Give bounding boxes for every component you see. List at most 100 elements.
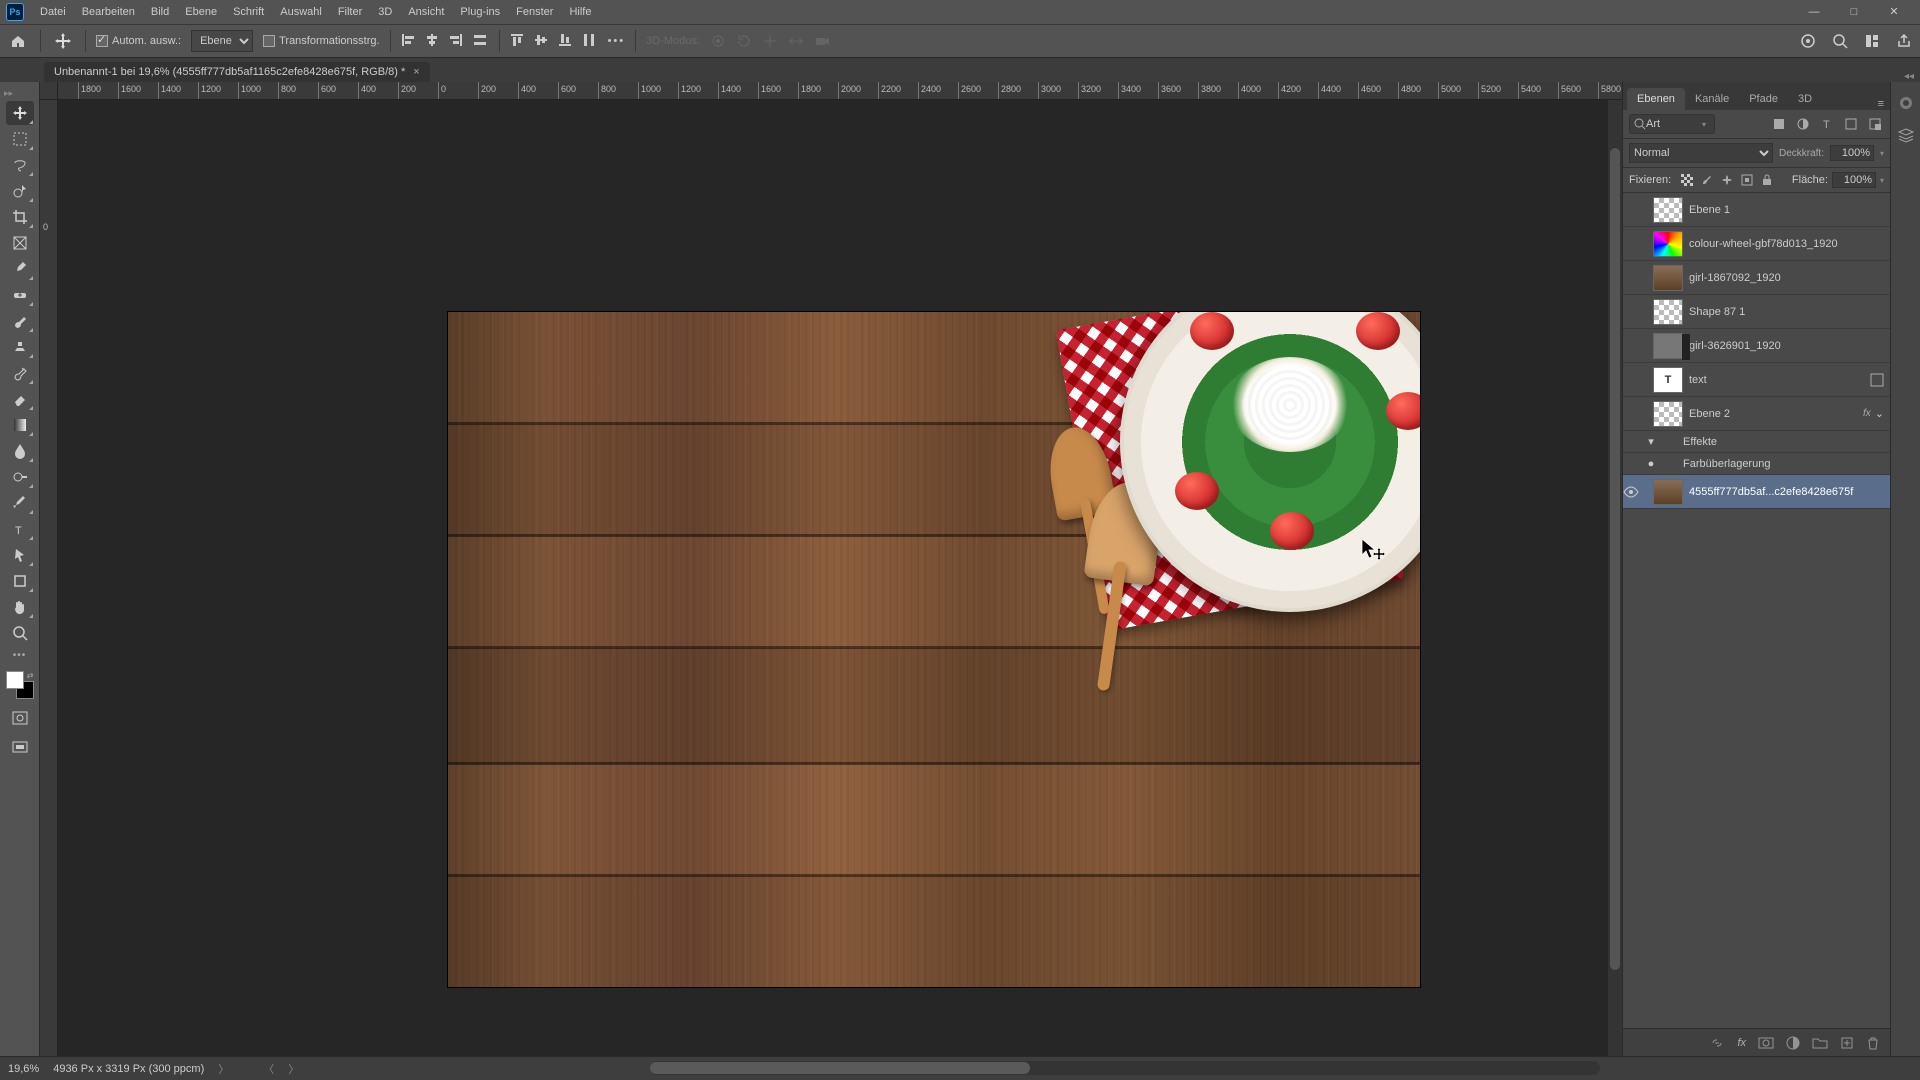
delete-layer-icon[interactable]	[1866, 1036, 1880, 1050]
dodge-tool[interactable]	[6, 465, 34, 489]
layer-name[interactable]: girl-1867092_1920	[1689, 272, 1884, 284]
prev-doc-icon[interactable]: 〈	[263, 1061, 274, 1077]
lock-pixels-icon[interactable]	[1701, 174, 1713, 186]
next-doc-icon[interactable]: 〉	[288, 1061, 299, 1077]
lock-transparent-icon[interactable]	[1681, 174, 1693, 186]
align-bottom-icon[interactable]	[558, 33, 574, 49]
layer-name[interactable]: Ebene 1	[1689, 204, 1884, 216]
toolbox-collapse-icon[interactable]: ▸▸	[0, 88, 13, 99]
lock-artboard-icon[interactable]	[1741, 174, 1753, 186]
tab-paths[interactable]: Pfade	[1739, 88, 1788, 110]
pen-tool[interactable]	[6, 491, 34, 515]
align-top-icon[interactable]	[510, 33, 526, 49]
frame-tool[interactable]	[6, 231, 34, 255]
move-tool[interactable]	[6, 101, 34, 125]
eyedropper-tool[interactable]	[6, 257, 34, 281]
healing-brush-tool[interactable]	[6, 283, 34, 307]
lock-position-icon[interactable]	[1721, 174, 1733, 186]
layer-mask-icon[interactable]	[1758, 1036, 1774, 1050]
blend-mode-dropdown[interactable]: Normal	[1629, 143, 1773, 163]
filter-smartobj-icon[interactable]	[1868, 117, 1884, 131]
fx-expand-icon[interactable]: ⌄	[1875, 407, 1884, 420]
layer-fx-indicator[interactable]	[1870, 373, 1884, 387]
horizontal-scrollbar[interactable]	[650, 1061, 1600, 1075]
filter-pixel-icon[interactable]	[1772, 117, 1788, 131]
menu-plug-ins[interactable]: Plug-ins	[452, 0, 508, 24]
edit-toolbar-icon[interactable]: •••	[13, 647, 27, 665]
align-middle-icon[interactable]	[534, 33, 550, 49]
layer-name[interactable]: girl-3626901_1920	[1689, 340, 1884, 352]
layer-row[interactable]: Shape 87 1	[1623, 295, 1890, 329]
swap-colors-icon[interactable]: ⇄	[27, 671, 34, 680]
gradient-tool[interactable]	[6, 413, 34, 437]
menu-ansicht[interactable]: Ansicht	[400, 0, 452, 24]
document-canvas[interactable]	[448, 312, 1420, 987]
more-options-icon[interactable]: •••	[608, 35, 626, 47]
layer-name[interactable]: text	[1689, 374, 1870, 386]
layer-row[interactable]: Ebene 1	[1623, 193, 1890, 227]
fill-value[interactable]: 100%	[1832, 172, 1876, 188]
lock-all-icon[interactable]	[1761, 174, 1773, 186]
menu-bearbeiten[interactable]: Bearbeiten	[74, 0, 143, 24]
screen-mode-icon[interactable]	[6, 737, 34, 759]
menu-fenster[interactable]: Fenster	[508, 0, 561, 24]
maximize-button[interactable]: □	[1834, 0, 1874, 24]
menu-hilfe[interactable]: Hilfe	[561, 0, 599, 24]
search-icon[interactable]	[1830, 31, 1850, 51]
show-transform-controls-checkbox[interactable]: Transformationsstrg.	[263, 35, 379, 47]
crop-tool[interactable]	[6, 205, 34, 229]
path-select-tool[interactable]	[6, 543, 34, 567]
eraser-tool[interactable]	[6, 387, 34, 411]
color-panel-icon[interactable]	[1897, 94, 1915, 112]
clone-stamp-tool[interactable]	[6, 335, 34, 359]
vertical-ruler[interactable]: 0	[40, 100, 58, 1056]
layer-filter-type[interactable]: ▾	[1629, 114, 1715, 134]
document-dimensions[interactable]: 4936 Px x 3319 Px (300 ppcm)	[53, 1063, 204, 1075]
layer-list[interactable]: Ebene 1 colour-wheel-gbf78d013_1920 girl-1…	[1623, 193, 1890, 1028]
tab-channels[interactable]: Kanäle	[1685, 88, 1739, 110]
layer-filter-input[interactable]	[1646, 118, 1702, 130]
menu-filter[interactable]: Filter	[330, 0, 370, 24]
menu-datei[interactable]: Datei	[32, 0, 74, 24]
distribute-more-icon[interactable]	[582, 33, 598, 49]
horizontal-ruler[interactable]: 1800160014001200100080060040020002004006…	[58, 82, 1622, 100]
ruler-origin[interactable]	[40, 82, 58, 100]
auto-select-target-dropdown[interactable]: Ebene	[191, 30, 253, 52]
menu-ebene[interactable]: Ebene	[177, 0, 225, 24]
brush-tool[interactable]	[6, 309, 34, 333]
auto-select-checkbox[interactable]: Autom. ausw.:	[96, 35, 181, 47]
adjustment-layer-icon[interactable]	[1786, 1036, 1800, 1050]
link-layers-icon[interactable]	[1709, 1036, 1725, 1050]
layer-effect-row[interactable]: ▾Effekte	[1623, 431, 1890, 453]
tab-layers[interactable]: Ebenen	[1627, 88, 1685, 110]
align-left-icon[interactable]	[401, 33, 417, 49]
layer-name[interactable]: 4555ff777db5af...c2efe8428e675f	[1689, 486, 1884, 498]
workspace-icon[interactable]	[1862, 31, 1882, 51]
minimize-button[interactable]: —	[1794, 0, 1834, 24]
marquee-tool[interactable]	[6, 127, 34, 151]
layer-row[interactable]: colour-wheel-gbf78d013_1920	[1623, 227, 1890, 261]
share-icon[interactable]	[1894, 31, 1914, 51]
hand-tool[interactable]	[6, 595, 34, 619]
effect-toggle-icon[interactable]: ▾	[1643, 435, 1659, 448]
document-tab[interactable]: Unbenannt-1 bei 19,6% (4555ff777db5af116…	[44, 62, 430, 82]
panel-menu-icon[interactable]: ≡	[1878, 98, 1884, 110]
quick-mask-icon[interactable]	[6, 707, 34, 729]
layer-style-icon[interactable]: fx	[1737, 1037, 1746, 1049]
quick-select-tool[interactable]	[6, 179, 34, 203]
menu-auswahl[interactable]: Auswahl	[272, 0, 330, 24]
layer-row[interactable]: girl-3626901_1920	[1623, 329, 1890, 363]
layer-row[interactable]: Ttext	[1623, 363, 1890, 397]
tab-3d[interactable]: 3D	[1788, 88, 1822, 110]
layer-effect-row[interactable]: ●Farbüberlagerung	[1623, 453, 1890, 475]
foreground-color-swatch[interactable]	[6, 671, 24, 689]
layer-name[interactable]: Ebene 2	[1689, 408, 1859, 420]
new-layer-icon[interactable]	[1840, 1036, 1854, 1050]
type-tool[interactable]: T	[6, 517, 34, 541]
layer-row[interactable]: Ebene 2fx⌄	[1623, 397, 1890, 431]
align-right-icon[interactable]	[449, 33, 465, 49]
home-icon[interactable]	[6, 29, 30, 53]
group-icon[interactable]	[1812, 1036, 1828, 1050]
filter-type-icon[interactable]: T	[1820, 117, 1836, 131]
layer-name[interactable]: colour-wheel-gbf78d013_1920	[1689, 238, 1884, 250]
